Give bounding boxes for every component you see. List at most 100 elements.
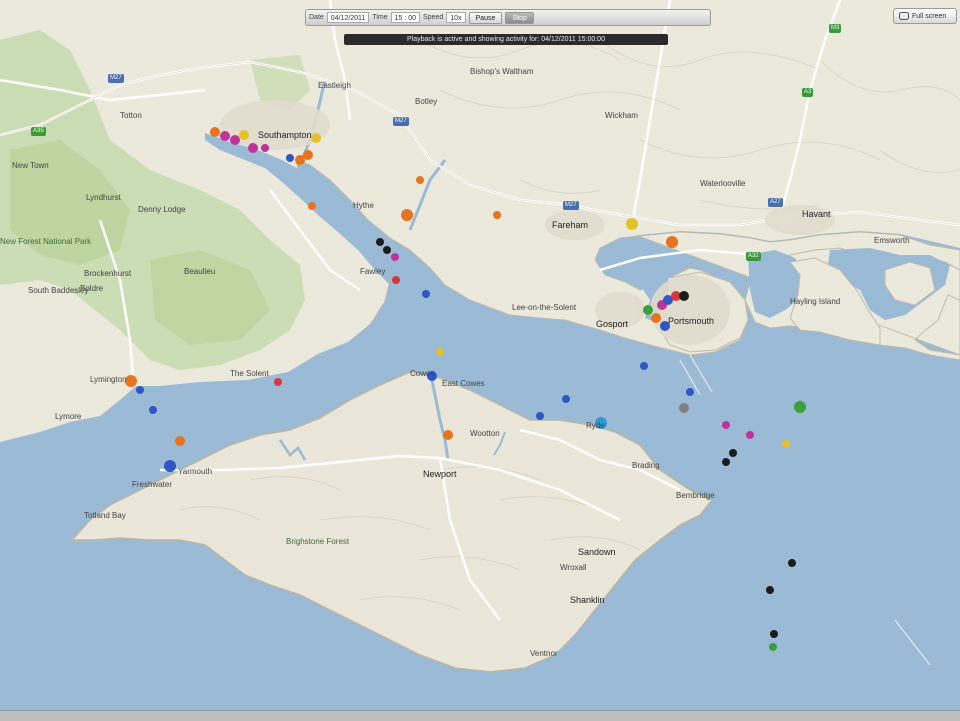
label-cowes: Cowes — [410, 369, 435, 378]
label-the-solent: The Solent — [230, 369, 269, 378]
label-new-town: New Town — [12, 161, 49, 170]
vessel-marker — [436, 348, 444, 356]
label-botley: Botley — [415, 97, 438, 106]
label-lymington: Lymington — [90, 375, 127, 384]
road-shield-m27: M27 — [393, 117, 409, 126]
label-eastleigh: Eastleigh — [318, 81, 351, 90]
vessel-marker — [220, 131, 230, 141]
label-east-cowes: East Cowes — [442, 379, 485, 388]
label-newport: Newport — [423, 469, 457, 479]
label-brading: Brading — [632, 461, 660, 470]
vessel-marker — [383, 246, 391, 254]
label-havant: Havant — [802, 209, 831, 219]
label-sandown: Sandown — [578, 547, 616, 557]
vessel-marker — [274, 378, 282, 386]
label-shanklin: Shanklin — [570, 595, 605, 605]
label-wroxall: Wroxall — [560, 563, 587, 572]
label-totton: Totton — [120, 111, 142, 120]
fullscreen-label: Full screen — [912, 12, 947, 20]
vessel-marker — [686, 388, 694, 396]
label-brighstone-forest: Brighstone Forest — [286, 537, 350, 546]
date-label: Date — [309, 14, 324, 21]
vessel-marker — [286, 154, 294, 162]
vessel-marker — [164, 460, 176, 472]
vessel-marker — [248, 143, 258, 153]
vessel-marker — [391, 253, 399, 261]
vessel-marker — [230, 135, 240, 145]
vessel-marker — [175, 436, 185, 446]
label-portsmouth: Portsmouth — [668, 316, 715, 326]
road-shield-m27-east: M27 — [563, 201, 579, 210]
label-emsworth: Emsworth — [874, 236, 910, 245]
label-waterlooville: Waterlooville — [700, 179, 746, 188]
vessel-marker — [640, 362, 648, 370]
label-totland-bay: Totland Bay — [84, 511, 126, 520]
label-gosport: Gosport — [596, 319, 629, 329]
road-shield-m27-west: M27 — [108, 74, 124, 83]
vessel-marker — [311, 133, 321, 143]
label-wickham: Wickham — [605, 111, 638, 120]
vessel-marker — [136, 386, 144, 394]
label-wootton: Wootton — [470, 429, 500, 438]
label-beaulieu: Beaulieu — [184, 267, 216, 276]
road-shield-m3: M3 — [829, 24, 842, 33]
vessel-marker — [770, 630, 778, 638]
time-label: Time — [372, 14, 388, 21]
vessel-marker — [376, 238, 384, 246]
label-fawley: Fawley — [360, 267, 386, 276]
date-field[interactable]: 04/12/2011 — [326, 12, 370, 23]
map-canvas[interactable] — [0, 0, 960, 720]
bottom-scrollbar[interactable] — [0, 710, 960, 721]
vessel-marker — [782, 440, 790, 448]
vessel-marker — [722, 421, 730, 429]
label-lymore: Lymore — [55, 412, 82, 421]
road-shield-a35: A35 — [31, 127, 46, 136]
speed-label: Speed — [423, 14, 444, 21]
speed-select[interactable]: 10x — [446, 12, 466, 23]
vessel-marker — [679, 403, 689, 413]
label-hayling-island: Hayling Island — [790, 297, 841, 306]
vessel-marker — [536, 412, 544, 420]
label-south-baddesley: South Baddesley — [28, 286, 89, 295]
vessel-marker — [729, 449, 737, 457]
vessel-marker — [651, 313, 661, 323]
label-hythe: Hythe — [353, 201, 374, 210]
vessel-marker — [392, 276, 400, 284]
vessel-marker — [788, 559, 796, 567]
vessel-marker — [239, 130, 249, 140]
vessel-marker — [422, 290, 430, 298]
vessel-marker — [416, 176, 424, 184]
label-bishops-waltham: Bishop's Waltham — [470, 67, 534, 76]
vessel-marker — [643, 305, 653, 315]
vessel-marker — [149, 406, 157, 414]
label-brockenhurst: Brockenhurst — [84, 269, 132, 278]
playback-toolbar: Date 04/12/2011 Time 15 : 00 Speed 10x P… — [305, 9, 711, 26]
label-southampton: Southampton — [258, 130, 312, 140]
label-new-forest: New Forest National Park — [0, 237, 92, 246]
vessel-marker — [303, 150, 313, 160]
label-lyndhurst: Lyndhurst — [86, 193, 121, 202]
vessel-marker — [666, 236, 678, 248]
label-fareham: Fareham — [552, 220, 589, 230]
label-lee-on-solent: Lee-on-the-Solent — [512, 303, 577, 312]
fullscreen-button[interactable]: Full screen — [893, 8, 957, 24]
vessel-marker — [308, 202, 316, 210]
vessel-marker — [443, 430, 453, 440]
pause-button[interactable]: Pause — [468, 11, 503, 24]
vessel-marker — [766, 586, 774, 594]
vessel-marker — [794, 401, 806, 413]
vessel-marker — [493, 211, 501, 219]
label-yarmouth: Yarmouth — [178, 467, 213, 476]
label-ryde: Ryde — [586, 421, 605, 430]
vessel-marker — [769, 643, 777, 651]
time-field[interactable]: 15 : 00 — [390, 12, 421, 23]
stop-button[interactable]: Stop — [505, 11, 534, 24]
label-bembridge: Bembridge — [676, 491, 715, 500]
vessel-marker — [722, 458, 730, 466]
road-shield-a27: A27 — [768, 198, 783, 207]
vessel-marker — [210, 127, 220, 137]
vessel-marker — [746, 431, 754, 439]
vessel-marker — [626, 218, 638, 230]
label-ventnor: Ventnor — [530, 649, 558, 658]
label-denny-lodge: Denny Lodge — [138, 205, 186, 214]
